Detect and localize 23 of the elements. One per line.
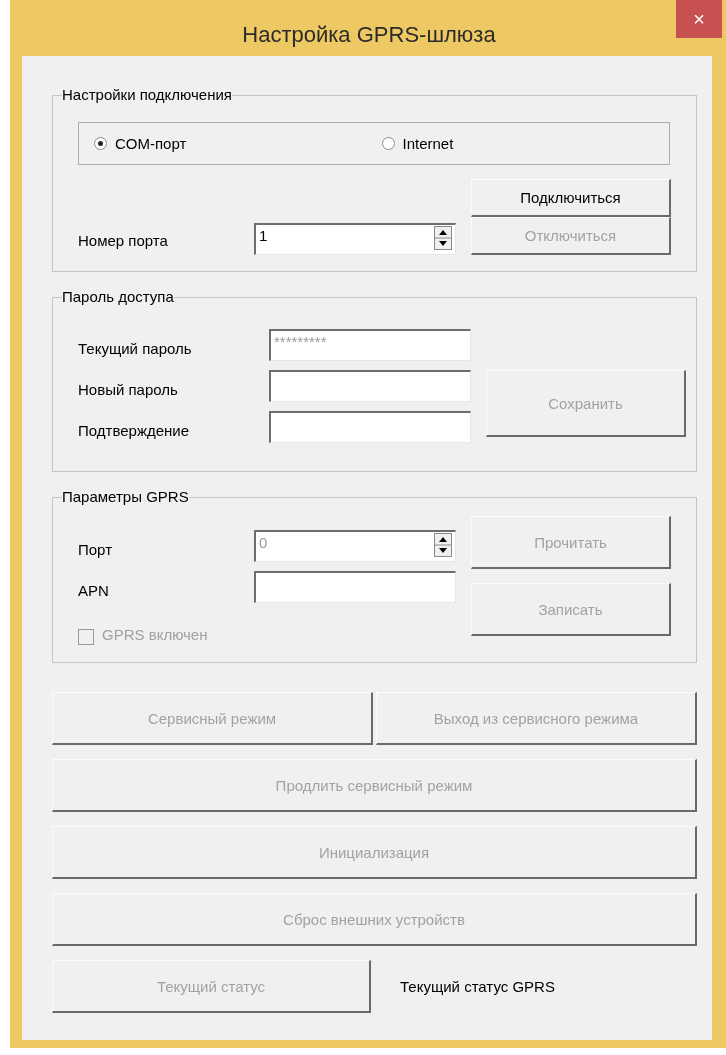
field-label: Подтверждение — [78, 422, 191, 441]
radio-button[interactable] — [94, 137, 107, 150]
radio-label: Internet — [402, 135, 454, 152]
field-label: Номер порта — [78, 232, 169, 251]
field-value: 1 — [259, 227, 268, 244]
button[interactable]: Подключиться — [471, 179, 671, 217]
field-label: Порт — [78, 541, 113, 560]
spin-field[interactable]: 1 — [254, 223, 456, 255]
checkbox-label: GPRS включен — [102, 626, 208, 645]
field-label: Новый пароль — [78, 381, 179, 400]
field-label: Текущий пароль — [78, 340, 193, 359]
password-field[interactable] — [269, 370, 471, 402]
field-value: 0 — [259, 534, 268, 551]
radio-label: COM-порт — [115, 135, 187, 152]
radio-button[interactable] — [381, 137, 395, 150]
window-title: Настройка GPRS-шлюза — [241, 21, 497, 48]
apn-field[interactable] — [254, 571, 456, 603]
close-button[interactable]: × — [676, 0, 722, 38]
status-label: Текущий статус GPRS — [400, 978, 555, 995]
field-label: APN — [78, 582, 110, 601]
spinner-icon[interactable] — [434, 226, 452, 250]
password-field[interactable] — [269, 411, 471, 443]
group-title: Настройки подключения — [62, 86, 232, 104]
